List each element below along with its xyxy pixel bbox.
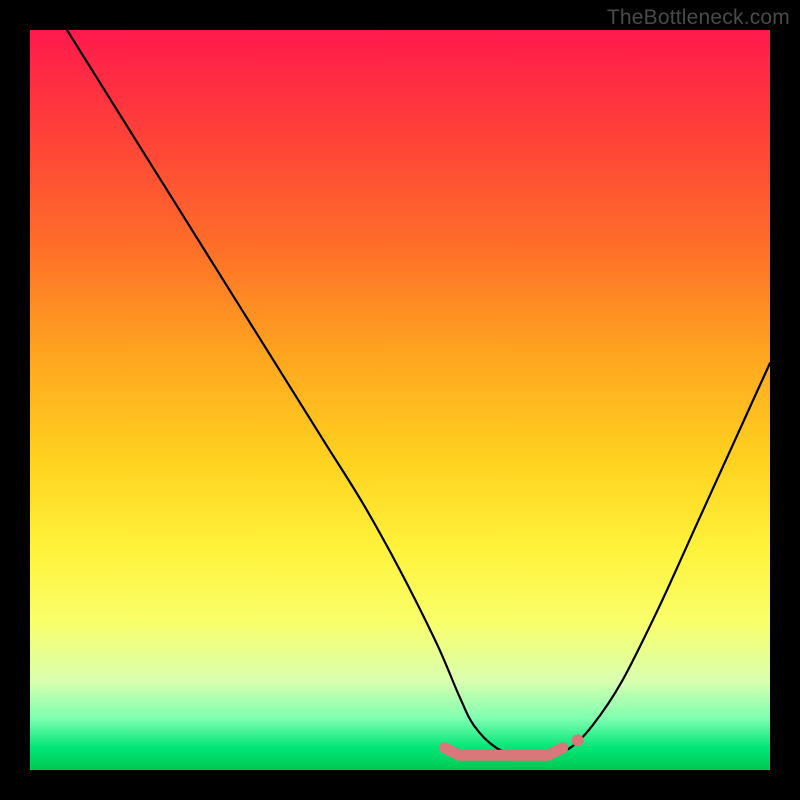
watermark-text: TheBottleneck.com xyxy=(607,6,790,30)
chart-plot-area xyxy=(30,30,770,770)
flat-region-marker xyxy=(444,748,562,755)
bottleneck-curve xyxy=(67,30,770,756)
chart-frame: TheBottleneck.com xyxy=(0,0,800,800)
chart-svg xyxy=(30,30,770,770)
marker-end-dot xyxy=(572,734,584,746)
